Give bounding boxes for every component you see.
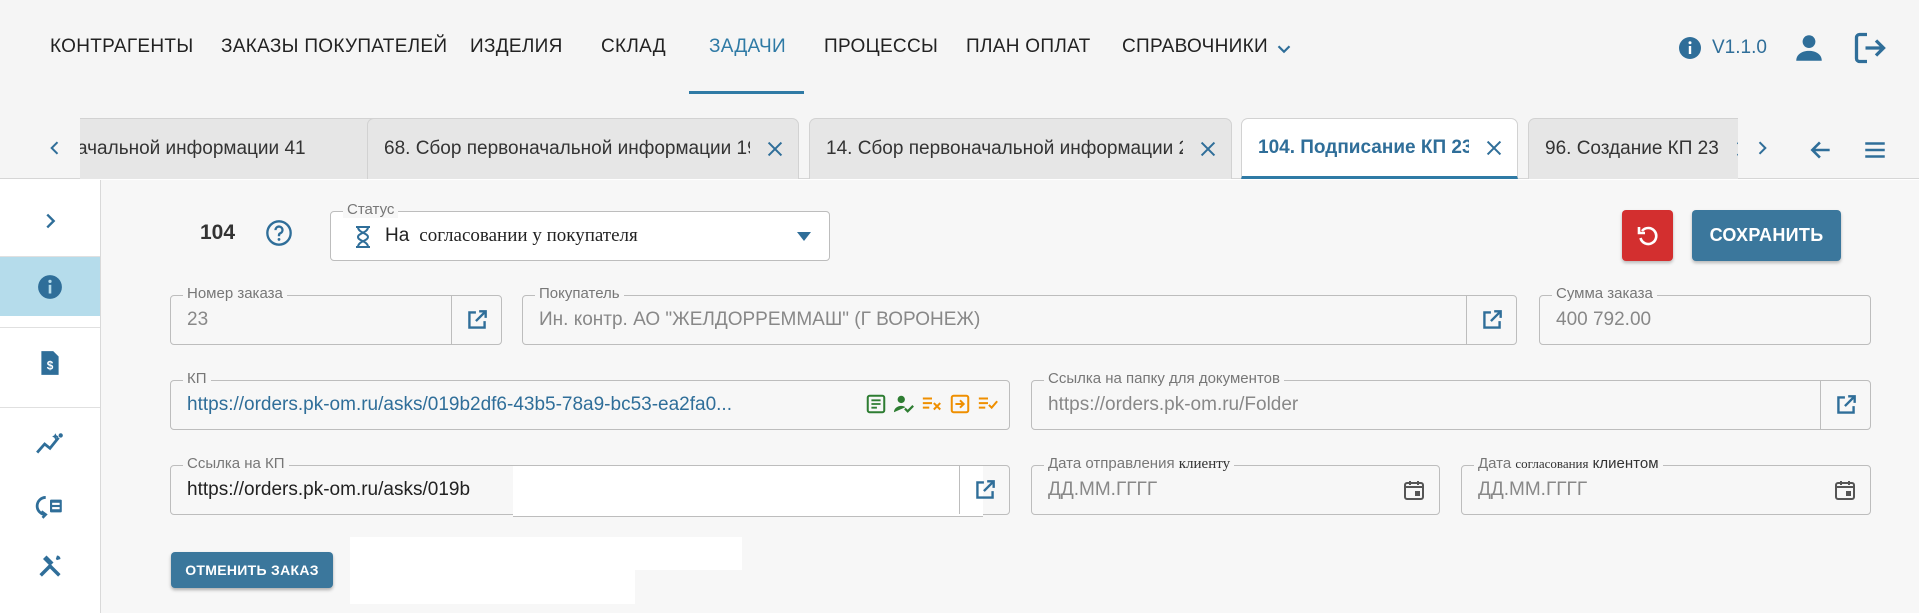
sidebar-item-analytics[interactable] [0,422,100,466]
input-arrow-icon[interactable] [949,393,971,415]
tab-task-96[interactable]: 96. Создание КП 23 [1528,118,1738,179]
redacted-area [350,570,635,604]
approval-date-placeholder: ДД.ММ.ГГГГ [1478,479,1588,500]
folder-link-field[interactable]: Ссылка на папку для документов https://o… [1031,370,1871,430]
open-in-new-icon [467,310,487,329]
open-in-new-icon [1482,310,1502,329]
hourglass-icon [356,226,370,248]
redacted-area [513,465,983,517]
sent-date-calendar-button[interactable] [1399,466,1429,514]
close-icon[interactable] [764,138,786,160]
tabs-viewport: ачальной информации 41 68. Сбор первонач… [80,118,1738,179]
nav-item-customer-orders[interactable]: ЗАКАЗЫ ПОКУПАТЕЛЕЙ [221,36,447,58]
kp-link-input-value: https://orders.pk-om.ru/asks/019b [187,479,471,500]
top-navigation: КОНТРАГЕНТЫ ЗАКАЗЫ ПОКУПАТЕЛЕЙ ИЗДЕЛИЯ С… [0,0,1919,96]
kp-link-value[interactable]: https://orders.pk-om.ru/asks/019b2df6-43… [187,381,827,429]
cancel-order-button[interactable]: ОТМЕНИТЬ ЗАКАЗ [171,552,333,588]
tab-task-104[interactable]: 104. Подписание КП 23 [1241,118,1518,179]
sidebar-item-tools[interactable] [0,544,100,588]
tab-task-14[interactable]: 14. Сбор первоначальной информации 2 [809,118,1232,179]
svg-text:$: $ [47,358,54,372]
tools-icon [39,555,61,577]
folder-link-placeholder: https://orders.pk-om.ru/Folder [1048,394,1299,415]
process-icon [35,496,62,519]
menu-icon[interactable] [1861,137,1889,163]
list-cancel-icon[interactable] [921,393,943,415]
kp-link-field[interactable]: Ссылка на КП https://orders.pk-om.ru/ask… [170,455,1010,517]
save-button[interactable]: СОХРАНИТЬ [1692,210,1841,261]
order-number-value: 23 [187,309,209,330]
invoice-icon: $ [41,351,59,375]
active-nav-indicator [689,91,804,94]
nav-item-tasks[interactable]: ЗАДАЧИ [709,36,786,58]
sent-date-field[interactable]: Дата отправления клиенту ДД.ММ.ГГГГ [1031,455,1440,515]
sidebar-item-invoice[interactable]: $ [0,338,100,388]
status-select[interactable]: Статус На согласовании у покупателя [330,201,830,261]
nav-item-products[interactable]: ИЗДЕЛИЯ [470,36,563,58]
buyer-value: Ин. контр. АО "ЖЕЛДОРРЕММАШ" (Г ВОРОНЕЖ) [539,309,981,330]
open-buyer-button[interactable] [1466,296,1516,344]
nav-item-warehouse[interactable]: СКЛАД [601,36,666,58]
open-folder-button[interactable] [1820,381,1870,429]
open-order-button[interactable] [451,296,501,344]
open-in-new-icon [1836,395,1856,414]
tab-task-68[interactable]: 68. Сбор первоначальной информации 19 [367,118,799,179]
tab-strip: ачальной информации 41 68. Сбор первонач… [0,96,1919,179]
undo-icon [1637,226,1658,245]
logout-icon[interactable] [1852,30,1888,66]
help-icon[interactable] [265,219,293,247]
close-icon[interactable] [1733,138,1738,160]
buyer-field[interactable]: Покупатель Ин. контр. АО "ЖЕЛДОРРЕММАШ" … [522,285,1517,345]
order-number-field[interactable]: Номер заказа 23 [170,285,502,345]
info-icon [38,274,62,299]
user-check-icon[interactable] [893,393,915,415]
chevron-right-icon [46,213,56,229]
nav-item-references[interactable]: СПРАВОЧНИКИ [1122,36,1268,58]
tab-scroll-right-icon[interactable] [1752,138,1772,158]
nav-item-contractors[interactable]: КОНТРАГЕНТЫ [50,36,193,58]
redacted-area [350,537,742,570]
back-arrow-icon[interactable] [1808,137,1834,163]
user-icon[interactable] [1792,31,1826,65]
open-kp-link-button[interactable] [959,466,1009,514]
reset-button[interactable] [1622,210,1673,261]
status-value: На согласовании у покупателя [385,212,652,260]
sidebar-item-process[interactable] [0,484,100,528]
nav-item-processes[interactable]: ПРОЦЕССЫ [824,36,938,58]
kp-field[interactable]: КП https://orders.pk-om.ru/asks/019b2df6… [170,370,1010,430]
document-icon[interactable] [865,393,887,415]
close-icon[interactable] [1197,138,1219,160]
sent-date-placeholder: ДД.ММ.ГГГГ [1048,479,1158,500]
calendar-icon [1835,481,1855,500]
dropdown-arrow-icon[interactable] [797,232,811,241]
open-in-new-icon [975,480,995,499]
order-sum-field[interactable]: Сумма заказа 400 792.00 [1539,285,1871,345]
approval-date-calendar-button[interactable] [1830,466,1860,514]
close-icon[interactable] [1483,137,1505,159]
info-icon[interactable] [1678,36,1702,60]
calendar-icon [1404,481,1424,500]
sidebar: $ [0,180,101,613]
order-sum-value: 400 792.00 [1556,309,1652,330]
approval-date-field[interactable]: Дата согласования клиентом ДД.ММ.ГГГГ [1461,455,1871,515]
sidebar-expand[interactable] [0,196,100,246]
kp-actions [865,393,999,415]
chevron-down-icon[interactable] [1273,38,1295,60]
analytics-icon [36,433,63,454]
nav-item-payment-plan[interactable]: ПЛАН ОПЛАТ [966,36,1091,58]
task-number: 104 [200,221,236,244]
app-version[interactable]: V1.1.0 [1712,37,1767,59]
list-check-icon[interactable] [977,393,999,415]
sidebar-item-info[interactable] [0,257,100,316]
tab-scroll-left-icon[interactable] [45,138,65,158]
